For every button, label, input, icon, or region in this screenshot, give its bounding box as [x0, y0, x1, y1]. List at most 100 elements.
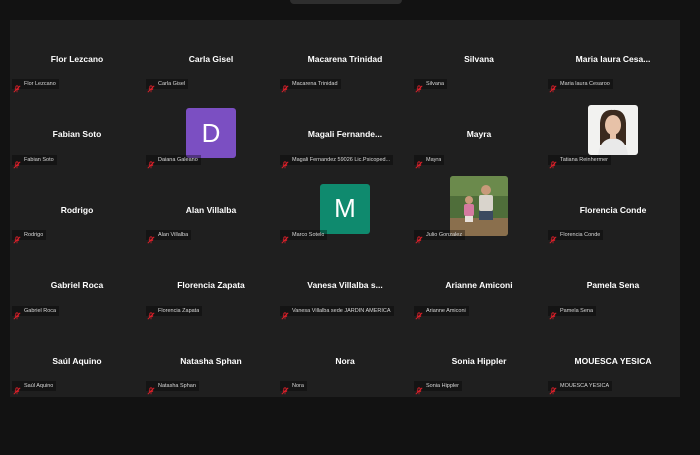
participant-name-label: Sonia Hippler [414, 381, 463, 395]
participant-display-name: Mayra [466, 129, 492, 140]
participant-name-label: Rodrigo [12, 230, 47, 244]
participant-tile[interactable]: Tatiana Reinhermer [546, 95, 680, 170]
participant-tile[interactable]: M Marco Sotelo [278, 171, 412, 246]
participant-tile[interactable]: Mayra Mayra [412, 95, 546, 170]
participant-label-text: Tatiana Reinhermer [560, 156, 608, 163]
participant-name-label: Magali Fernandez 59026 Lic.Psicoped... [280, 154, 394, 169]
participant-name-label: Arianne Amiconi [414, 305, 469, 320]
top-toolbar-tab[interactable] [290, 0, 402, 4]
mic-muted-icon [415, 307, 423, 320]
participant-label-text: Gabriel Roca [24, 307, 57, 314]
participant-name-label: Carla Gisel [146, 79, 189, 93]
mic-muted-icon [147, 156, 155, 169]
avatar: D [186, 108, 236, 159]
participant-display-name: Gabriel Roca [50, 280, 104, 291]
participant-name-label: Tatiana Reinhermer [548, 154, 611, 169]
participant-tile[interactable]: Arianne Amiconi Arianne Amiconi [412, 246, 546, 321]
participant-tile[interactable]: D Daiana Galeano [144, 95, 278, 170]
participant-display-name: Sonia Hippler [451, 355, 507, 366]
mic-muted-icon [281, 80, 289, 93]
participant-tile[interactable]: Rodrigo Rodrigo [10, 171, 144, 246]
mic-muted-icon [281, 307, 289, 320]
participant-label-text: Florencia Conde [560, 232, 601, 239]
participant-label-text: Flor Lezcano [24, 81, 56, 88]
participant-display-name: Natasha Sphan [180, 355, 242, 366]
participant-tile[interactable]: Magali Fernande... Magali Fernandez 59026… [278, 95, 412, 170]
video-feed [450, 175, 508, 236]
mic-muted-icon [549, 80, 557, 93]
participant-name-label: Alan Villalba [146, 230, 192, 244]
participant-label-text: Maria laura Cesaroo [560, 81, 610, 88]
participant-tile[interactable]: Florencia Zapata Florencia Zapata [144, 246, 278, 321]
participant-label-text: Saúl Aquino [24, 383, 54, 389]
mic-muted-icon [13, 80, 21, 93]
participant-tile[interactable]: Nora Nora [278, 322, 412, 397]
mic-muted-icon [13, 307, 21, 320]
mic-muted-icon [13, 156, 21, 169]
participant-tile[interactable]: Pamela Sena Pamela Sena [546, 246, 680, 321]
participant-label-text: Arianne Amiconi [426, 307, 466, 314]
participant-display-name: Saúl Aquino [52, 355, 102, 366]
participant-label-text: Vanesa Villalba sede JARDIN AMERICA [292, 307, 391, 314]
participant-tile[interactable]: Vanesa Villalba s... Vanesa Villalba sede… [278, 246, 412, 321]
participant-display-name: Maria laura Cesa... [575, 54, 651, 64]
participant-name-label: MOUESCA YESICA [548, 381, 613, 395]
participant-tile[interactable]: Saúl Aquino Saúl Aquino [10, 322, 144, 397]
participant-name-label: Julio Gonzalez [414, 230, 466, 244]
avatar: M [320, 183, 370, 234]
participant-name-label: Maria laura Cesaroo [548, 79, 613, 93]
participant-label-text: Sonia Hippler [426, 383, 460, 389]
participant-tile[interactable]: MOUESCA YESICA MOUESCA YESICA [546, 322, 680, 397]
participant-label-text: Magali Fernandez 59026 Lic.Psicoped... [292, 156, 391, 163]
participant-tile[interactable]: Maria laura Cesa... Maria laura Cesaroo [546, 20, 680, 95]
participant-display-name: Magali Fernande... [307, 129, 383, 140]
participant-name-label: Daiana Galeano [146, 154, 201, 169]
participant-label-text: Florencia Zapata [158, 307, 200, 314]
video-feed [588, 105, 638, 156]
participant-label-text: Daiana Galeano [158, 156, 198, 163]
participant-label-text: Mayra [426, 156, 442, 163]
participant-display-name: Flor Lezcano [50, 54, 104, 64]
participant-tile[interactable]: Flor Lezcano Flor Lezcano [10, 20, 144, 95]
participant-tile[interactable]: Carla Gisel Carla Gisel [144, 20, 278, 95]
mic-muted-icon [549, 307, 557, 320]
participant-name-label: Macarena Trinidad [280, 79, 341, 93]
participant-label-text: Silvana [426, 81, 445, 88]
participant-tile[interactable]: Florencia Conde Florencia Conde [546, 171, 680, 246]
participant-display-name: Silvana [464, 54, 494, 64]
participant-display-name: Macarena Trinidad [307, 54, 383, 64]
participant-label-text: MOUESCA YESICA [560, 383, 610, 389]
participant-label-text: Pamela Sena [560, 307, 594, 314]
participant-display-name: Florencia Zapata [177, 280, 245, 291]
participant-tile[interactable]: Silvana Silvana [412, 20, 546, 95]
participant-name-label: Mayra [414, 154, 445, 169]
participant-tile[interactable]: Fabian Soto Fabian Soto [10, 95, 144, 170]
participant-label-text: Marco Sotelo [292, 232, 325, 239]
participant-tile[interactable]: Macarena Trinidad Macarena Trinidad [278, 20, 412, 95]
participant-tile[interactable]: Alan Villalba Alan Villalba [144, 171, 278, 246]
participant-display-name: Carla Gisel [188, 54, 234, 64]
participant-label-text: Julio Gonzalez [426, 232, 463, 239]
participant-name-label: Vanesa Villalba sede JARDIN AMERICA [280, 305, 394, 320]
participant-display-name: Fabian Soto [52, 129, 102, 140]
participant-display-name: Florencia Conde [579, 204, 647, 215]
mic-muted-icon [147, 80, 155, 93]
participant-name-label: Florencia Conde [548, 230, 604, 244]
participant-label-text: Alan Villalba [158, 232, 189, 239]
mic-muted-icon [549, 231, 557, 244]
participant-tile[interactable]: Sonia Hippler Sonia Hippler [412, 322, 546, 397]
mic-muted-icon [415, 382, 423, 395]
mic-muted-icon [415, 80, 423, 93]
participant-tile[interactable]: Julio Gonzalez [412, 171, 546, 246]
participant-display-name: Pamela Sena [586, 280, 640, 291]
participant-label-text: Rodrigo [24, 232, 44, 239]
participant-label-text: Fabian Soto [24, 156, 54, 163]
mic-muted-icon [549, 382, 557, 395]
mic-muted-icon [281, 156, 289, 169]
participant-tile[interactable]: Natasha Sphan Natasha Sphan [144, 322, 278, 397]
participant-label-text: Macarena Trinidad [292, 81, 338, 88]
participant-label-text: Nora [292, 383, 304, 389]
participant-display-name: Nora [335, 355, 355, 366]
participant-name-label: Natasha Sphan [146, 381, 199, 395]
participant-tile[interactable]: Gabriel Roca Gabriel Roca [10, 246, 144, 321]
